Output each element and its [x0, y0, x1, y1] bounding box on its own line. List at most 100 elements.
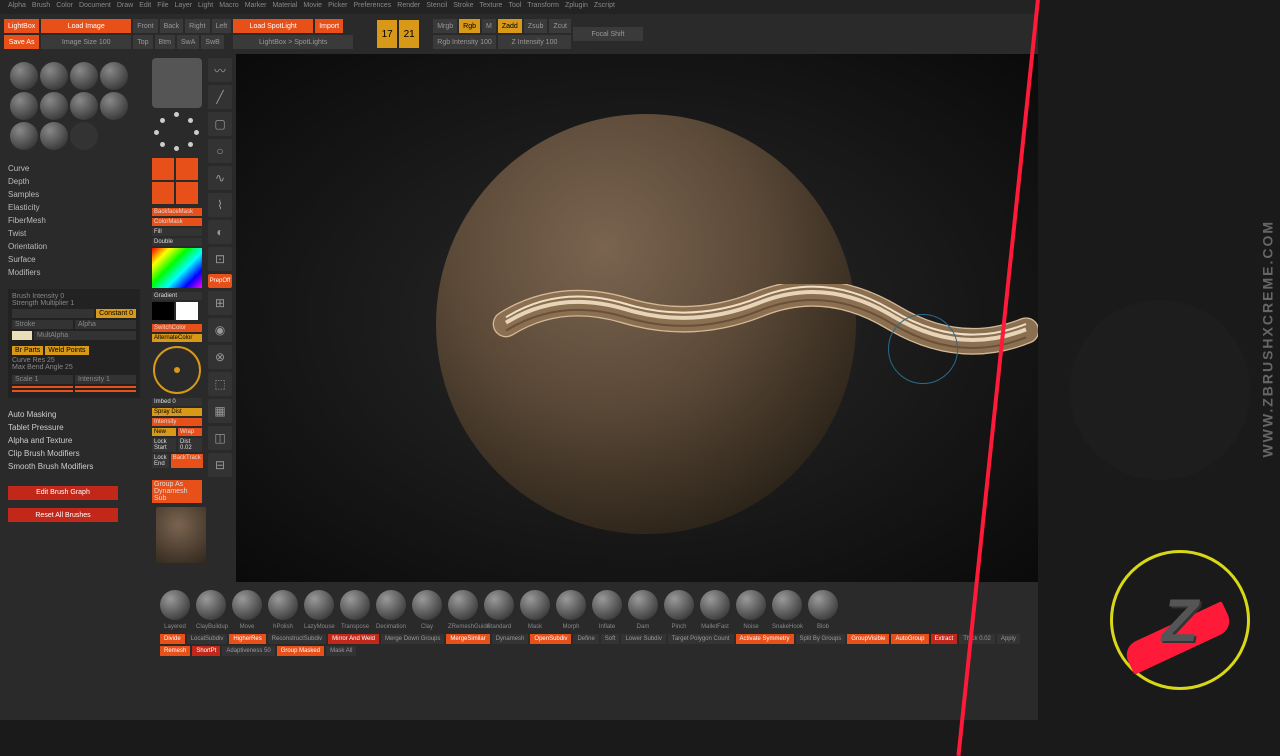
section-item[interactable]: Alpha and Texture	[8, 434, 140, 447]
stroke-icon[interactable]: ⊗	[208, 345, 232, 369]
brush-swatch[interactable]	[196, 590, 226, 620]
white-swatch[interactable]	[176, 302, 198, 320]
swa-button[interactable]: SwA	[177, 35, 199, 49]
geo-button[interactable]: Adaptiveness 50	[222, 646, 274, 656]
menu-item[interactable]: Document	[79, 2, 111, 12]
material-swatch[interactable]	[40, 92, 68, 120]
gradient-button[interactable]: Gradient	[152, 292, 202, 300]
stroke-icon[interactable]: ⊞	[208, 291, 232, 315]
stroke-line-icon[interactable]: ╱	[208, 85, 232, 109]
menu-item[interactable]: Transform	[527, 2, 559, 12]
view-front-button[interactable]: Front	[133, 19, 157, 33]
save-as-button[interactable]: Save As	[4, 35, 39, 49]
brush-swatch[interactable]	[376, 590, 406, 620]
menu-item[interactable]: Preferences	[354, 2, 392, 12]
swatch[interactable]	[12, 331, 32, 340]
prop-button[interactable]	[12, 390, 73, 392]
sym-button[interactable]	[176, 158, 198, 180]
material-swatch[interactable]	[10, 62, 38, 90]
material-swatch[interactable]	[70, 92, 98, 120]
m-button[interactable]: M	[482, 19, 496, 33]
sym-button[interactable]	[152, 182, 174, 204]
section-item[interactable]: Auto Masking	[8, 408, 140, 421]
view-btm-button[interactable]: Btm	[155, 35, 175, 49]
new-button[interactable]: New	[152, 428, 176, 436]
stroke-field[interactable]: Stroke	[12, 320, 73, 329]
stroke-icon[interactable]: ◐	[208, 220, 232, 244]
view-left-button[interactable]: Left	[212, 19, 232, 33]
geo-button[interactable]: Lower Subdiv	[621, 634, 665, 644]
menu-item[interactable]: Zscript	[594, 2, 615, 12]
view-top-button[interactable]: Top	[133, 35, 152, 49]
switch-color-button[interactable]: SwitchColor	[152, 324, 202, 332]
color-picker[interactable]	[152, 248, 202, 288]
image-size-slider[interactable]: Image Size 100	[41, 35, 131, 49]
fill-button[interactable]: Fill	[152, 228, 202, 236]
lock-end-button[interactable]: Lock End	[152, 454, 169, 468]
menu-item[interactable]: Draw	[117, 2, 133, 12]
brush-swatch[interactable]	[664, 590, 694, 620]
section-item[interactable]: Twist	[8, 227, 140, 240]
menu-item[interactable]: Material	[272, 2, 297, 12]
brush-swatch[interactable]	[484, 590, 514, 620]
zsub-button[interactable]: Zsub	[524, 19, 548, 33]
brush-swatch[interactable]	[700, 590, 730, 620]
menu-item[interactable]: Render	[397, 2, 420, 12]
rgb-button[interactable]: Rgb	[459, 19, 480, 33]
material-swatch[interactable]	[40, 62, 68, 90]
stroke-icon[interactable]: ◫	[208, 426, 232, 450]
stroke-freehand-icon[interactable]: 〰	[208, 58, 232, 82]
geo-button[interactable]: Target Polygon Count	[668, 634, 734, 644]
geo-button[interactable]: ShortPt	[192, 646, 220, 656]
spray-dist-button[interactable]: Spray Dist	[152, 408, 202, 416]
load-image-button[interactable]: Load Image	[41, 19, 131, 33]
geo-button[interactable]: Mask All	[326, 646, 356, 656]
num-17-button[interactable]: 17	[377, 20, 397, 48]
swb-button[interactable]: SwB	[201, 35, 223, 49]
scale-slider[interactable]: Scale 1	[12, 375, 73, 384]
brush-ring-icon[interactable]	[153, 346, 201, 394]
section-item[interactable]: Orientation	[8, 240, 140, 253]
zadd-button[interactable]: Zadd	[498, 19, 522, 33]
rgb-intensity-slider[interactable]: Rgb Intensity 100	[433, 35, 496, 49]
geo-button[interactable]: HigherRes	[229, 634, 265, 644]
section-item[interactable]: Elasticity	[8, 201, 140, 214]
menu-item[interactable]: File	[157, 2, 168, 12]
zcut-button[interactable]: Zcut	[549, 19, 571, 33]
backface-button[interactable]: BackfaceMask	[152, 208, 202, 216]
load-spotlight-button[interactable]: Load SpotLight	[233, 19, 313, 33]
brush-swatch[interactable]	[304, 590, 334, 620]
brush-swatch[interactable]	[808, 590, 838, 620]
import-button[interactable]: Import	[315, 19, 343, 33]
menu-item[interactable]: Brush	[32, 2, 50, 12]
stroke-curve-icon[interactable]: ∿	[208, 166, 232, 190]
num-21-button[interactable]: 21	[399, 20, 419, 48]
stroke-icon[interactable]: ⊟	[208, 453, 232, 477]
brush-swatch[interactable]	[772, 590, 802, 620]
stroke-lasso-icon[interactable]: ⌇	[208, 193, 232, 217]
menu-item[interactable]: Tool	[508, 2, 521, 12]
geo-button[interactable]: Define	[573, 634, 598, 644]
geo-button[interactable]: Divide	[160, 634, 185, 644]
brush-swatch[interactable]	[268, 590, 298, 620]
geo-button[interactable]: Split By Groups	[796, 634, 846, 644]
multalpha-field[interactable]: MultAlpha	[34, 331, 136, 340]
geo-button[interactable]: Activate Symmetry	[736, 634, 794, 644]
wrap-button[interactable]: Wrap	[178, 428, 202, 436]
menu-item[interactable]: Stencil	[426, 2, 447, 12]
prop-button[interactable]	[75, 390, 136, 392]
geo-button[interactable]: Mirror And Weld	[328, 634, 379, 644]
sym-button[interactable]	[152, 158, 174, 180]
brush-swatch[interactable]	[628, 590, 658, 620]
tool-preview[interactable]	[156, 507, 212, 563]
prop-slider[interactable]: Curve Res 25	[12, 357, 136, 364]
backtrack-button[interactable]: BackTrack	[171, 454, 203, 468]
menu-item[interactable]: Light	[198, 2, 213, 12]
mrgb-button[interactable]: Mrgb	[433, 19, 457, 33]
material-swatch[interactable]	[100, 62, 128, 90]
lightbox-button[interactable]: LightBox	[4, 19, 39, 33]
brparts-button[interactable]: Br Parts	[12, 346, 43, 355]
brush-swatch[interactable]	[736, 590, 766, 620]
geo-button[interactable]: Remesh	[160, 646, 190, 656]
geo-button[interactable]: Extract	[931, 634, 958, 644]
